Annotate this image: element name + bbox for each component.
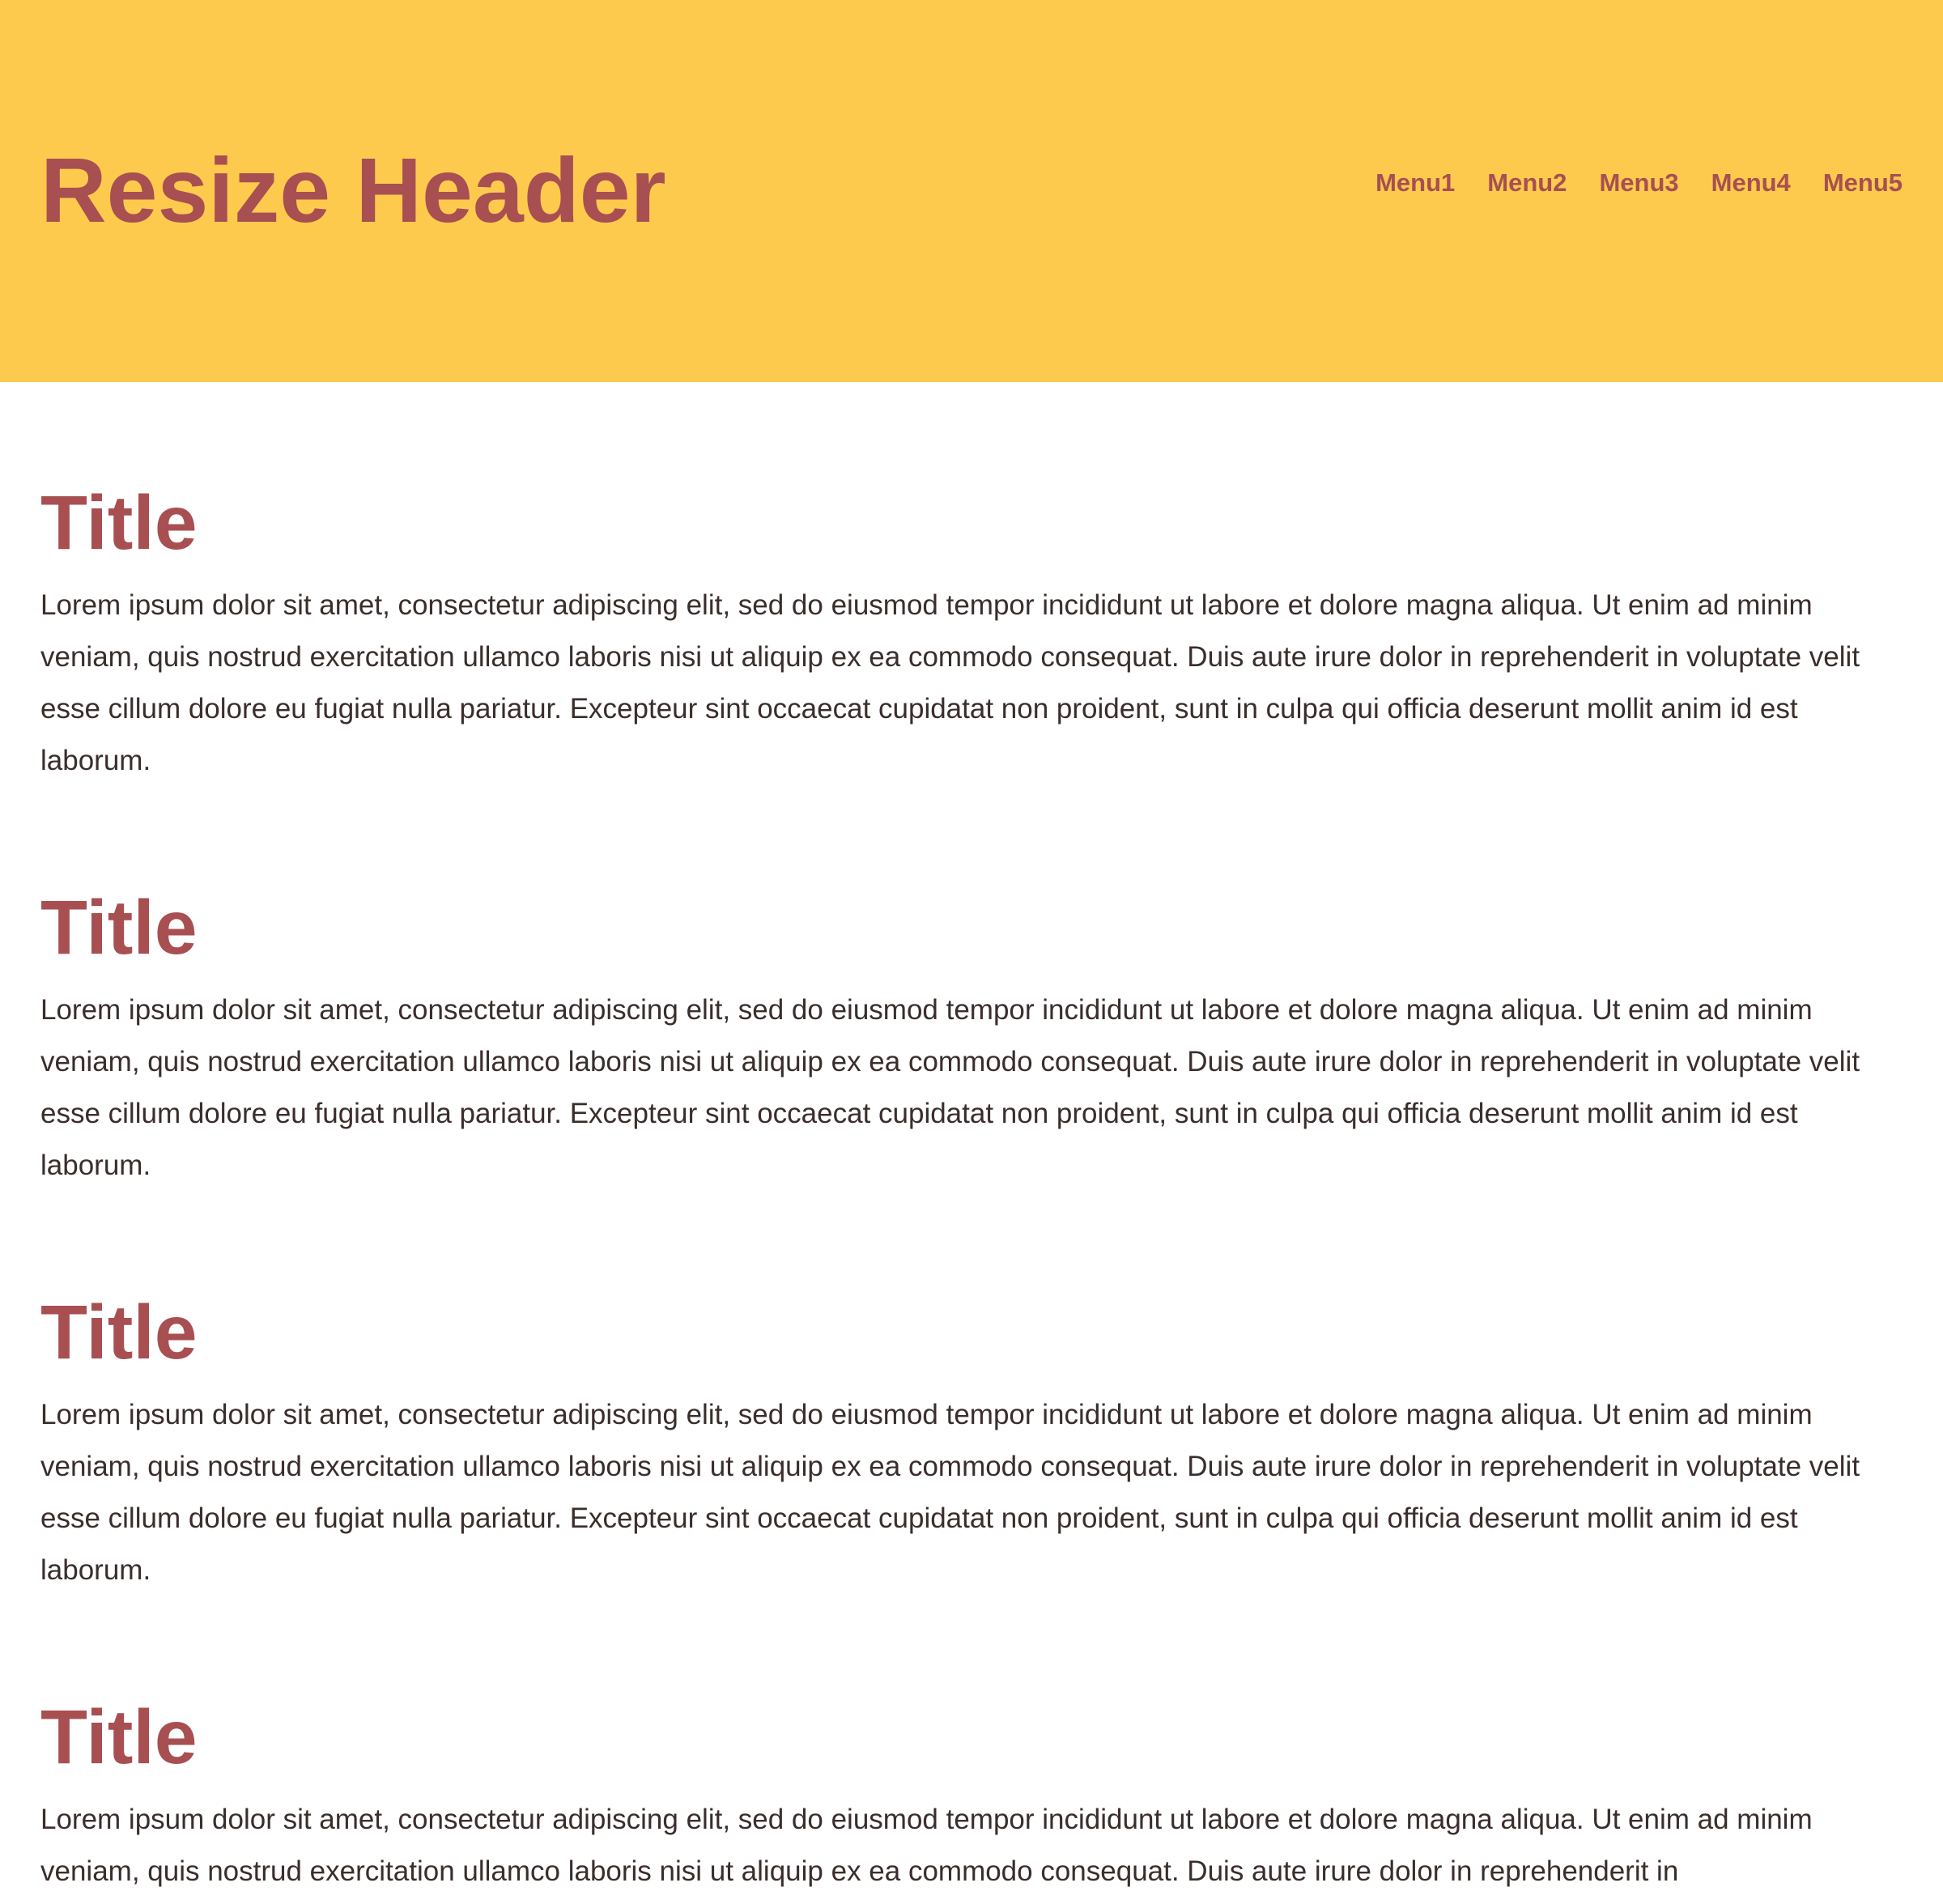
content-section-1: Title Lorem ipsum dolor sit amet, consec… [40,481,1870,787]
main-nav: Menu1 Menu2 Menu3 Menu4 Menu5 [1375,165,1903,201]
section-title: Title [40,480,198,566]
section-title: Title [40,1694,198,1780]
nav-item-menu1[interactable]: Menu1 [1375,165,1455,201]
nav-item-menu5[interactable]: Menu5 [1823,165,1903,201]
section-title: Title [40,885,198,971]
section-body-text: Lorem ipsum dolor sit amet, consectetur … [40,1804,1813,1887]
content-section-3: Title Lorem ipsum dolor sit amet, consec… [40,1290,1870,1596]
nav-item-menu2[interactable]: Menu2 [1487,165,1567,201]
nav-item-menu4[interactable]: Menu4 [1711,165,1791,201]
section-body-text: Lorem ipsum dolor sit amet, consectetur … [40,994,1860,1181]
main-content: Title Lorem ipsum dolor sit amet, consec… [40,382,1870,1898]
content-section-2: Title Lorem ipsum dolor sit amet, consec… [40,886,1870,1192]
section-body-text: Lorem ipsum dolor sit amet, consectetur … [40,589,1860,776]
section-title: Title [40,1290,198,1375]
section-body-text: Lorem ipsum dolor sit amet, consectetur … [40,1399,1860,1586]
content-section-4: Title Lorem ipsum dolor sit amet, consec… [40,1695,1870,1898]
nav-item-menu3[interactable]: Menu3 [1599,165,1678,201]
site-header: Resize Header Menu1 Menu2 Menu3 Menu4 Me… [0,0,1943,382]
site-title: Resize Header [40,139,666,241]
